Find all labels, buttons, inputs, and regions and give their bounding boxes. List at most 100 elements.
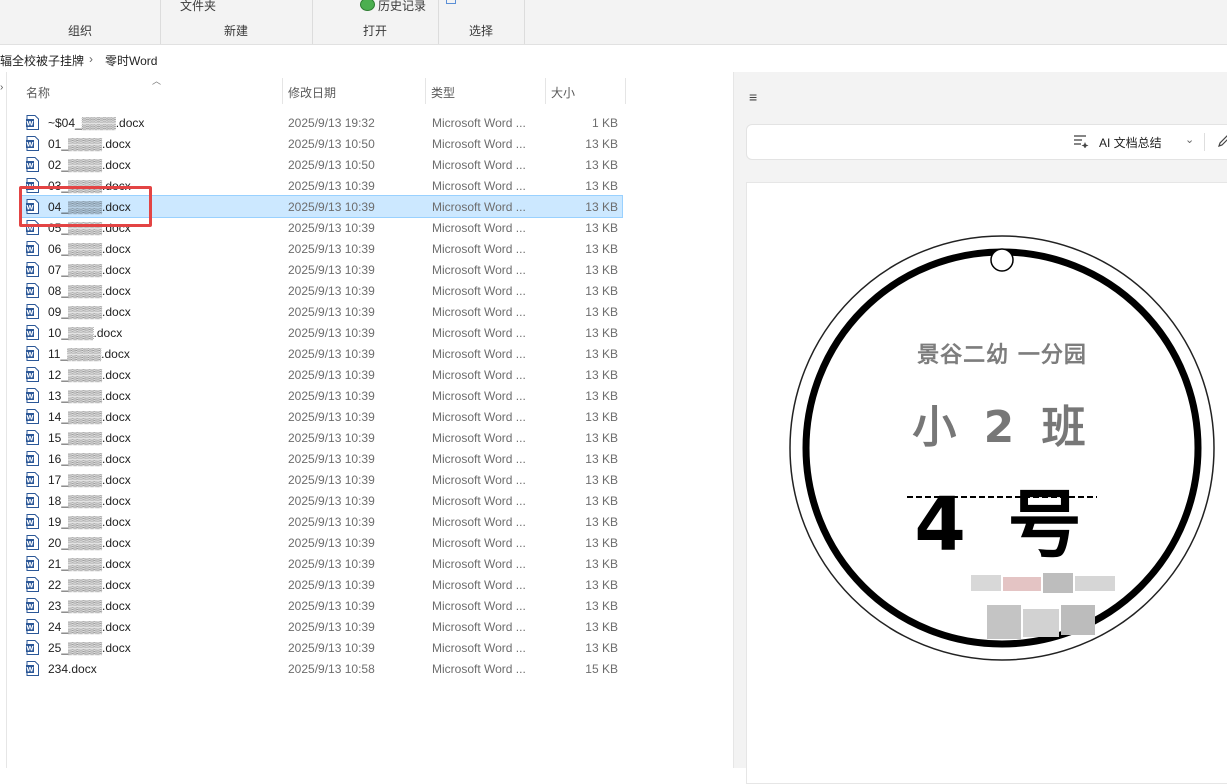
file-name: 19_▒▒▒▒.docx <box>48 515 131 529</box>
file-row[interactable]: W 19_▒▒▒▒.docx 2025/9/13 10:39 Microsoft Wo… <box>20 511 622 532</box>
file-type: Microsoft Word ... <box>432 536 526 550</box>
word-doc-icon: W <box>26 157 39 172</box>
file-row[interactable]: W 20_▒▒▒▒.docx 2025/9/13 10:39 Microsoft Wo… <box>20 532 622 553</box>
word-doc-icon: W <box>26 577 39 592</box>
ribbon-group-organize[interactable]: 组织 <box>0 0 161 44</box>
file-row[interactable]: W 11_▒▒▒▒.docx 2025/9/13 10:39 Microsoft Wo… <box>20 343 622 364</box>
file-row[interactable]: W 25_▒▒▒▒.docx 2025/9/13 10:39 Microsoft Wo… <box>20 637 622 658</box>
file-size: 13 KB <box>585 557 618 571</box>
column-header-type[interactable]: 类型 <box>431 84 455 101</box>
nav-pane-edge[interactable]: › <box>0 72 7 768</box>
word-doc-icon: W <box>26 346 39 361</box>
file-row[interactable]: W 12_▒▒▒▒.docx 2025/9/13 10:39 Microsoft Wo… <box>20 364 622 385</box>
word-doc-icon: W <box>26 619 39 634</box>
file-row[interactable]: W 21_▒▒▒▒.docx 2025/9/13 10:39 Microsoft Wo… <box>20 553 622 574</box>
file-date: 2025/9/13 10:39 <box>288 599 375 613</box>
word-doc-icon: W <box>26 388 39 403</box>
column-header-size[interactable]: 大小 <box>551 84 575 101</box>
file-row[interactable]: W 15_▒▒▒▒.docx 2025/9/13 10:39 Microsoft Wo… <box>20 427 622 448</box>
file-row[interactable]: W 07_▒▒▒▒.docx 2025/9/13 10:39 Microsoft Wo… <box>20 259 622 280</box>
file-size: 13 KB <box>585 368 618 382</box>
svg-text:W: W <box>26 372 33 380</box>
file-list-pane[interactable]: › ︿ 名称 修改日期 类型 大小 W ~$04_▒▒▒▒.docx 2025/9/… <box>0 72 733 768</box>
file-type: Microsoft Word ... <box>432 431 526 445</box>
file-name: 09_▒▒▒▒.docx <box>48 305 131 319</box>
breadcrumb-current[interactable]: 零时Word <box>105 52 157 69</box>
file-row[interactable]: W 18_▒▒▒▒.docx 2025/9/13 10:39 Microsoft Wo… <box>20 490 622 511</box>
file-row[interactable]: W 06_▒▒▒▒.docx 2025/9/13 10:39 Microsoft Wo… <box>20 238 622 259</box>
chevron-down-icon[interactable]: ⌄ <box>1185 133 1194 146</box>
column-separator[interactable] <box>425 78 426 104</box>
file-row[interactable]: W 01_▒▒▒▒.docx 2025/9/13 10:50 Microsoft Wo… <box>20 133 622 154</box>
file-name: 17_▒▒▒▒.docx <box>48 473 131 487</box>
file-date: 2025/9/13 10:39 <box>288 200 375 214</box>
svg-text:W: W <box>26 414 33 422</box>
ribbon-group-new[interactable]: 文件夹 新建 <box>160 0 313 44</box>
file-size: 13 KB <box>585 221 618 235</box>
file-date: 2025/9/13 10:50 <box>288 137 375 151</box>
file-size: 1 KB <box>591 116 618 130</box>
ai-summary-icon[interactable] <box>1073 134 1089 148</box>
svg-text:W: W <box>26 246 33 254</box>
file-date: 2025/9/13 10:39 <box>288 368 375 382</box>
ribbon-group-label: 组织 <box>67 24 92 38</box>
column-separator[interactable] <box>282 78 283 104</box>
file-name: 01_▒▒▒▒.docx <box>48 137 131 151</box>
ribbon-group-open[interactable]: 历史记录 打开 <box>312 0 439 44</box>
history-button[interactable]: 历史记录 <box>360 0 426 14</box>
column-separator[interactable] <box>545 78 546 104</box>
breadcrumb-parent[interactable]: 辐全校被子挂牌 <box>0 52 84 69</box>
svg-text:W: W <box>26 351 33 359</box>
svg-text:W: W <box>26 393 33 401</box>
file-name: 14_▒▒▒▒.docx <box>48 410 131 424</box>
word-doc-icon: W <box>26 283 39 298</box>
file-type: Microsoft Word ... <box>432 263 526 277</box>
file-name: 13_▒▒▒▒.docx <box>48 389 131 403</box>
file-date: 2025/9/13 10:39 <box>288 452 375 466</box>
file-name: 234.docx <box>48 662 97 676</box>
word-doc-icon: W <box>26 430 39 445</box>
pen-icon[interactable] <box>1217 134 1227 148</box>
column-separator[interactable] <box>625 78 626 104</box>
file-size: 13 KB <box>585 305 618 319</box>
word-doc-icon: W <box>26 451 39 466</box>
menu-icon[interactable]: ≡ <box>749 89 757 105</box>
file-row[interactable]: W 22_▒▒▒▒.docx 2025/9/13 10:39 Microsoft Wo… <box>20 574 622 595</box>
word-doc-icon: W <box>26 535 39 550</box>
ribbon-group-select[interactable]: 选择 <box>438 0 525 44</box>
file-name: 11_▒▒▒▒.docx <box>48 347 130 361</box>
file-type: Microsoft Word ... <box>432 137 526 151</box>
file-type: Microsoft Word ... <box>432 620 526 634</box>
file-row[interactable]: W 234.docx 2025/9/13 10:58 Microsoft Word .… <box>20 658 622 679</box>
file-type: Microsoft Word ... <box>432 305 526 319</box>
new-folder-button[interactable]: 文件夹 <box>180 0 216 14</box>
file-name: 23_▒▒▒▒.docx <box>48 599 131 613</box>
file-size: 13 KB <box>585 641 618 655</box>
file-row[interactable]: W 16_▒▒▒▒.docx 2025/9/13 10:39 Microsoft Wo… <box>20 448 622 469</box>
file-row[interactable]: W 14_▒▒▒▒.docx 2025/9/13 10:39 Microsoft Wo… <box>20 406 622 427</box>
file-type: Microsoft Word ... <box>432 473 526 487</box>
file-row[interactable]: W 23_▒▒▒▒.docx 2025/9/13 10:39 Microsoft Wo… <box>20 595 622 616</box>
select-icon[interactable] <box>446 0 456 4</box>
file-row[interactable]: W 24_▒▒▒▒.docx 2025/9/13 10:39 Microsoft Wo… <box>20 616 622 637</box>
svg-text:W: W <box>26 666 33 674</box>
file-row[interactable]: W ~$04_▒▒▒▒.docx 2025/9/13 19:32 Microsoft … <box>20 112 622 133</box>
tag-number: 4 号 <box>914 482 1090 568</box>
word-doc-icon: W <box>26 640 39 655</box>
file-row[interactable]: W 02_▒▒▒▒.docx 2025/9/13 10:50 Microsoft Wo… <box>20 154 622 175</box>
ai-summary-button[interactable]: AI 文档总结 <box>1099 134 1162 151</box>
column-header-name[interactable]: 名称 <box>26 84 50 101</box>
file-row[interactable]: W 10_▒▒▒.docx 2025/9/13 10:39 Microsoft Wor… <box>20 322 622 343</box>
column-header-date[interactable]: 修改日期 <box>288 84 336 101</box>
expand-icon[interactable]: › <box>0 82 3 93</box>
address-bar[interactable]: 辐全校被子挂牌 › 零时Word <box>0 45 1227 73</box>
file-type: Microsoft Word ... <box>432 326 526 340</box>
file-date: 2025/9/13 10:39 <box>288 221 375 235</box>
file-size: 13 KB <box>585 326 618 340</box>
file-date: 2025/9/13 10:39 <box>288 347 375 361</box>
file-row[interactable]: W 08_▒▒▒▒.docx 2025/9/13 10:39 Microsoft Wo… <box>20 280 622 301</box>
file-size: 13 KB <box>585 599 618 613</box>
file-row[interactable]: W 17_▒▒▒▒.docx 2025/9/13 10:39 Microsoft Wo… <box>20 469 622 490</box>
file-row[interactable]: W 13_▒▒▒▒.docx 2025/9/13 10:39 Microsoft Wo… <box>20 385 622 406</box>
file-row[interactable]: W 09_▒▒▒▒.docx 2025/9/13 10:39 Microsoft Wo… <box>20 301 622 322</box>
